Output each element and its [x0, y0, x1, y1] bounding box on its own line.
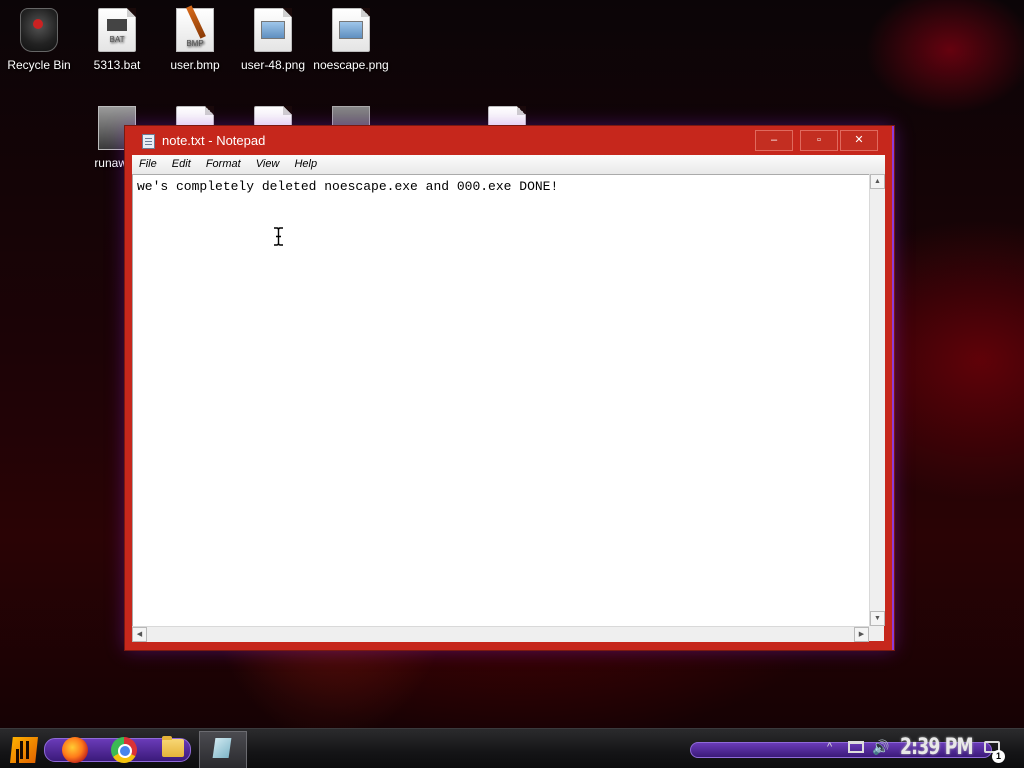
text-cursor-icon	[274, 227, 283, 246]
menu-file[interactable]: File	[132, 155, 162, 170]
menu-bar: File Edit Format View Help	[132, 155, 885, 175]
scroll-right-icon[interactable]: ▶	[854, 627, 869, 642]
menu-view[interactable]: View	[249, 155, 285, 170]
notepad-icon	[142, 134, 155, 149]
start-icon[interactable]	[10, 737, 38, 763]
notepad-window[interactable]: note.txt - Notepad – ▫ ✕ File Edit Forma…	[125, 126, 894, 650]
desktop-icon-recycle-bin[interactable]: Recycle Bin	[0, 8, 78, 72]
desktop: Recycle Bin BAT 5313.bat BMP user.bmp us…	[0, 0, 1024, 768]
image-file-icon	[254, 8, 292, 52]
maximize-button[interactable]: ▫	[800, 130, 838, 151]
horizontal-scrollbar[interactable]: ◀ ▶	[132, 626, 869, 642]
desktop-icon-label: user.bmp	[170, 58, 220, 72]
clock[interactable]: 2:39 PM	[900, 735, 974, 760]
desktop-icon-label: noescape.png	[313, 58, 389, 72]
desktop-icon-user-48-png[interactable]: user-48.png	[234, 8, 312, 72]
resize-grip-icon[interactable]	[869, 626, 884, 641]
menu-edit[interactable]: Edit	[165, 155, 196, 170]
title-bar[interactable]: note.txt - Notepad – ▫ ✕	[125, 126, 892, 156]
scroll-left-icon[interactable]: ◀	[132, 627, 147, 642]
minimize-button[interactable]: –	[755, 130, 793, 151]
scroll-down-icon[interactable]: ▼	[870, 611, 885, 626]
bmp-file-icon: BMP	[176, 8, 214, 52]
close-button[interactable]: ✕	[840, 130, 878, 151]
desktop-icon-user-bmp[interactable]: BMP user.bmp	[156, 8, 234, 72]
desktop-icon-5313-bat[interactable]: BAT 5313.bat	[78, 8, 156, 72]
desktop-icon-label: 5313.bat	[93, 58, 141, 72]
scroll-up-icon[interactable]: ▲	[870, 174, 885, 189]
desktop-icon-label: Recycle Bin	[7, 58, 71, 72]
menu-format[interactable]: Format	[199, 155, 246, 170]
file-type-tag: BAT	[109, 35, 125, 44]
firefox-icon[interactable]	[62, 737, 88, 763]
menu-help[interactable]: Help	[287, 155, 322, 170]
editor-content: we's completely deleted noescape.exe and…	[137, 179, 559, 194]
notification-count-badge: 1	[992, 750, 1005, 763]
file-type-tag: BMP	[186, 39, 204, 48]
chrome-icon[interactable]	[111, 737, 137, 763]
volume-icon[interactable]: 🔊	[872, 739, 889, 756]
vertical-scrollbar[interactable]: ▲ ▼	[869, 174, 885, 626]
taskbar: ^ 🔊 2:39 PM 1	[0, 728, 1024, 768]
window-title: note.txt - Notepad	[162, 133, 266, 148]
desktop-icon-label: user-48.png	[240, 58, 306, 72]
image-file-icon	[332, 8, 370, 52]
file-explorer-icon[interactable]	[162, 736, 184, 757]
network-icon[interactable]	[848, 741, 864, 753]
bat-file-icon: BAT	[98, 8, 136, 52]
desktop-icon-noescape-png[interactable]: noescape.png	[312, 8, 390, 72]
text-editor[interactable]: we's completely deleted noescape.exe and…	[132, 174, 870, 627]
recycle-bin-icon	[20, 8, 58, 52]
tray-chevron-icon[interactable]: ^	[827, 741, 832, 753]
notepad-taskbar-button[interactable]	[199, 731, 247, 768]
